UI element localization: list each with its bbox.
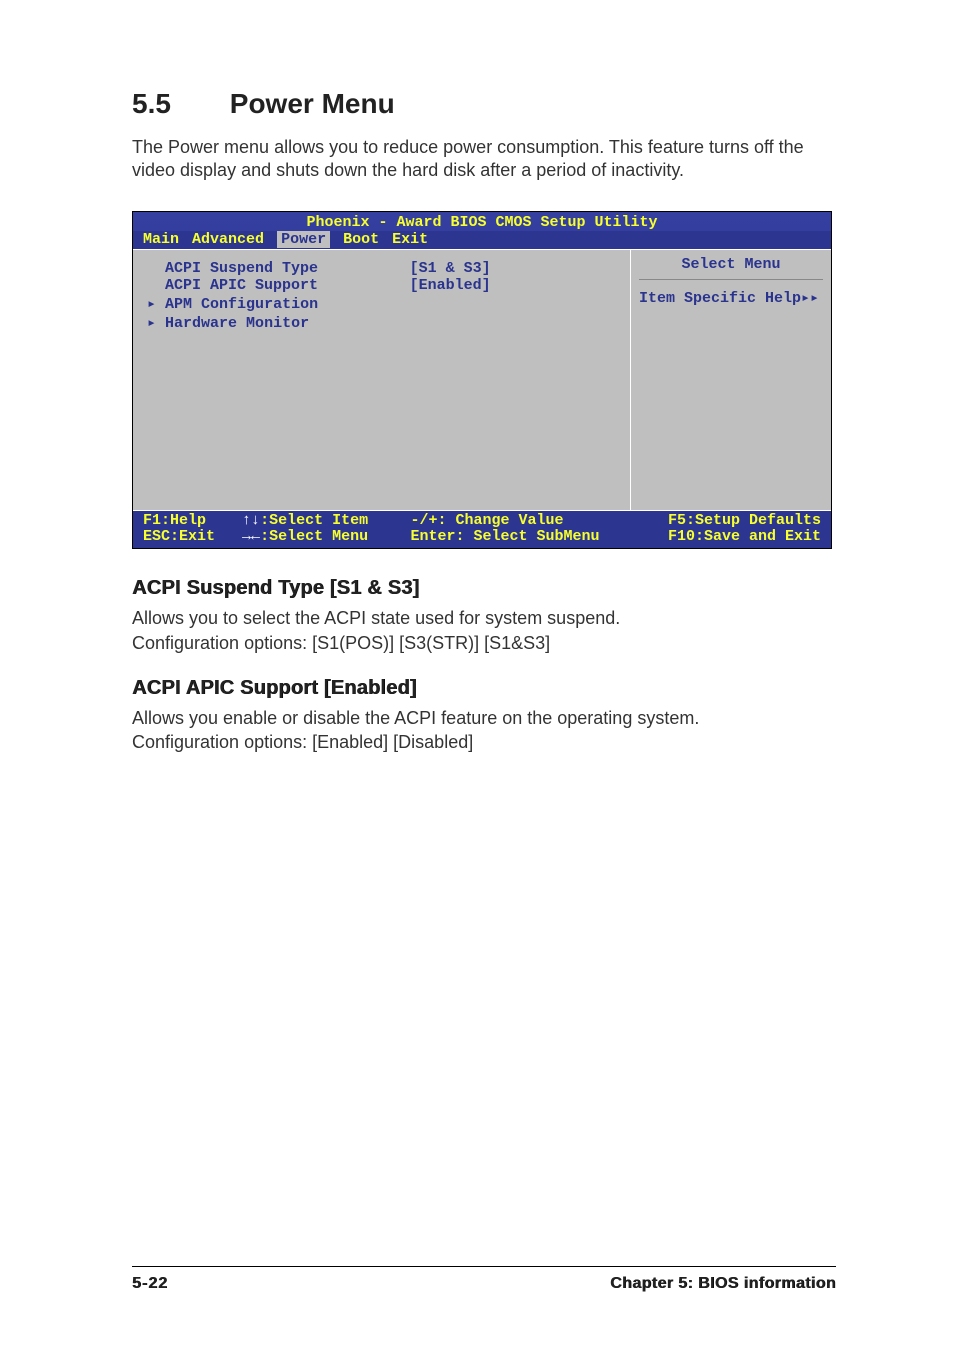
section-heading: 5.5 Power Menu xyxy=(132,88,836,120)
bios-tab-exit[interactable]: Exit xyxy=(392,231,428,248)
bios-title: Phoenix - Award BIOS CMOS Setup Utility xyxy=(133,212,831,231)
bios-tab-main[interactable]: Main xyxy=(143,231,179,248)
subtext-acpi-suspend: Allows you to select the ACPI state used… xyxy=(132,606,836,655)
subheading-acpi-apic: ACPI APIC Support [Enabled] xyxy=(132,677,836,700)
bios-panel: Phoenix - Award BIOS CMOS Setup Utility … xyxy=(132,211,832,550)
bios-help-pane: Select Menu Item Specific Help▸▸ xyxy=(631,250,831,510)
bios-tab-power[interactable]: Power xyxy=(277,231,330,248)
subheading-acpi-suspend: ACPI Suspend Type [S1 & S3] xyxy=(132,577,836,600)
subtext-acpi-apic: Allows you enable or disable the ACPI fe… xyxy=(132,706,836,755)
bios-value-acpi-apic[interactable]: [Enabled] xyxy=(410,277,616,294)
bios-footer-col3: -/+: Change Value Enter: Select SubMenu xyxy=(410,513,668,545)
bios-tab-advanced[interactable]: Advanced xyxy=(192,231,264,248)
leftright-arrows-icon: →← xyxy=(242,528,260,545)
bios-item-acpi-apic[interactable]: ACPI APIC Support xyxy=(147,277,410,294)
submenu-arrow-icon: ▸ xyxy=(147,315,156,332)
bios-help-text: Item Specific Help▸▸ xyxy=(639,288,823,307)
submenu-arrow-icon: ▸ xyxy=(147,296,156,313)
bios-settings-labels: ACPI Suspend Type ACPI APIC Support ▸ AP… xyxy=(147,260,410,500)
bios-tab-bar: Main Advanced Power Boot Exit xyxy=(133,231,831,250)
chapter-label: Chapter 5: BIOS information xyxy=(610,1275,836,1293)
bios-footer-col4: F5:Setup Defaults F10:Save and Exit xyxy=(668,513,821,545)
bios-body: ACPI Suspend Type ACPI APIC Support ▸ AP… xyxy=(133,250,831,510)
section-number: 5.5 xyxy=(132,88,222,120)
page-number: 5-22 xyxy=(132,1275,168,1293)
section-title: Power Menu xyxy=(230,88,395,119)
bios-footer-col2: ↑↓:Select Item →←:Select Menu xyxy=(242,513,410,545)
page-footer: 5-22 Chapter 5: BIOS information xyxy=(132,1266,836,1293)
bios-item-acpi-suspend[interactable]: ACPI Suspend Type xyxy=(147,260,410,277)
intro-paragraph: The Power menu allows you to reduce powe… xyxy=(132,136,836,183)
bios-value-acpi-suspend[interactable]: [S1 & S3] xyxy=(410,260,616,277)
bios-settings-pane: ACPI Suspend Type ACPI APIC Support ▸ AP… xyxy=(133,250,631,510)
bios-tab-boot[interactable]: Boot xyxy=(343,231,379,248)
bios-footer-col1: F1:Help ESC:Exit xyxy=(143,513,242,545)
bios-item-apm-config[interactable]: ▸ APM Configuration xyxy=(147,294,410,313)
bios-footer: F1:Help ESC:Exit ↑↓:Select Item →←:Selec… xyxy=(133,510,831,549)
bios-help-heading: Select Menu xyxy=(639,256,823,280)
bios-item-hardware-monitor[interactable]: ▸ Hardware Monitor xyxy=(147,313,410,332)
updown-arrows-icon: ↑↓ xyxy=(242,512,260,529)
bios-settings-values: [S1 & S3] [Enabled] xyxy=(410,260,616,500)
